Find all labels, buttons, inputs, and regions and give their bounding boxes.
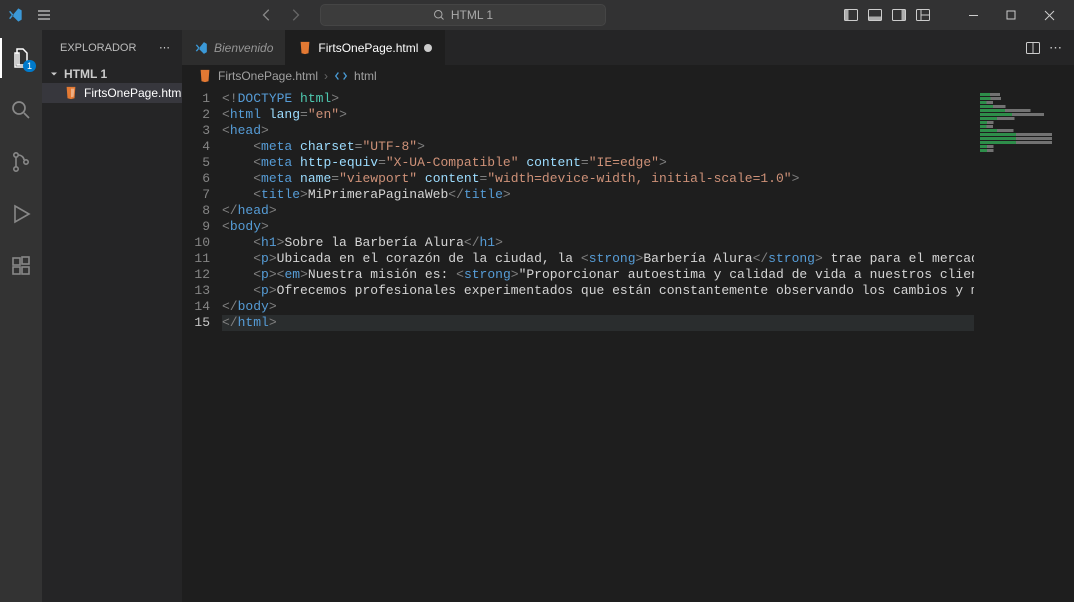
vscode-tab-icon (194, 41, 208, 55)
breadcrumb-symbol: html (354, 69, 377, 83)
explorer-sidebar: EXPLORADOR ⋯ HTML 1 FirtsOnePage.html (42, 30, 182, 602)
activity-search[interactable] (0, 90, 42, 130)
app-menu-button[interactable] (30, 0, 58, 30)
breadcrumb[interactable]: FirtsOnePage.html › html (182, 65, 1074, 87)
file-item[interactable]: FirtsOnePage.html (42, 83, 182, 103)
nav-back-button[interactable] (254, 4, 280, 26)
chevron-right-icon: › (324, 69, 328, 83)
tab-label: FirtsOnePage.html (318, 41, 418, 55)
html-file-icon (198, 69, 212, 83)
split-editor-button[interactable] (1025, 40, 1041, 56)
command-center-search[interactable]: HTML 1 (320, 4, 606, 26)
folder-root[interactable]: HTML 1 (42, 65, 182, 83)
breadcrumb-file: FirtsOnePage.html (218, 69, 318, 83)
window-maximize-button[interactable] (992, 0, 1030, 30)
code-content[interactable]: <!DOCTYPE html><html lang="en"><head> <m… (222, 87, 1074, 602)
tab-file[interactable]: FirtsOnePage.html (286, 30, 445, 65)
line-number-gutter: 123456789101112131415 (182, 87, 222, 602)
customize-layout-icon[interactable] (912, 4, 934, 26)
activity-run-debug[interactable] (0, 194, 42, 234)
html-tab-icon (298, 41, 312, 55)
explorer-badge: 1 (23, 60, 36, 72)
nav-forward-button[interactable] (282, 4, 308, 26)
activity-bar: 1 (0, 30, 42, 602)
editor-tabs: Bienvenido FirtsOnePage.html ⋯ (182, 30, 1074, 65)
editor-area: Bienvenido FirtsOnePage.html ⋯ FirtsOneP… (182, 30, 1074, 602)
activity-extensions[interactable] (0, 246, 42, 286)
file-label: FirtsOnePage.html (84, 86, 184, 100)
dirty-indicator-icon (424, 44, 432, 52)
code-editor[interactable]: 123456789101112131415 <!DOCTYPE html><ht… (182, 87, 1074, 602)
folder-label: HTML 1 (64, 67, 107, 81)
toggle-panel-icon[interactable] (864, 4, 886, 26)
window-minimize-button[interactable] (954, 0, 992, 30)
activity-explorer[interactable]: 1 (0, 38, 42, 78)
toggle-primary-sidebar-icon[interactable] (840, 4, 862, 26)
code-symbol-icon (334, 69, 348, 83)
vscode-logo-icon (6, 6, 24, 24)
title-bar: HTML 1 (0, 0, 1074, 30)
sidebar-more-button[interactable]: ⋯ (159, 41, 170, 54)
tab-label: Bienvenido (214, 41, 273, 55)
tab-welcome[interactable]: Bienvenido (182, 30, 286, 65)
minimap[interactable] (974, 87, 1074, 602)
html-file-icon (64, 86, 78, 100)
search-placeholder: HTML 1 (451, 8, 493, 22)
editor-more-button[interactable]: ⋯ (1049, 40, 1062, 56)
window-close-button[interactable] (1030, 0, 1068, 30)
sidebar-title: EXPLORADOR (60, 42, 136, 54)
toggle-secondary-sidebar-icon[interactable] (888, 4, 910, 26)
activity-source-control[interactable] (0, 142, 42, 182)
